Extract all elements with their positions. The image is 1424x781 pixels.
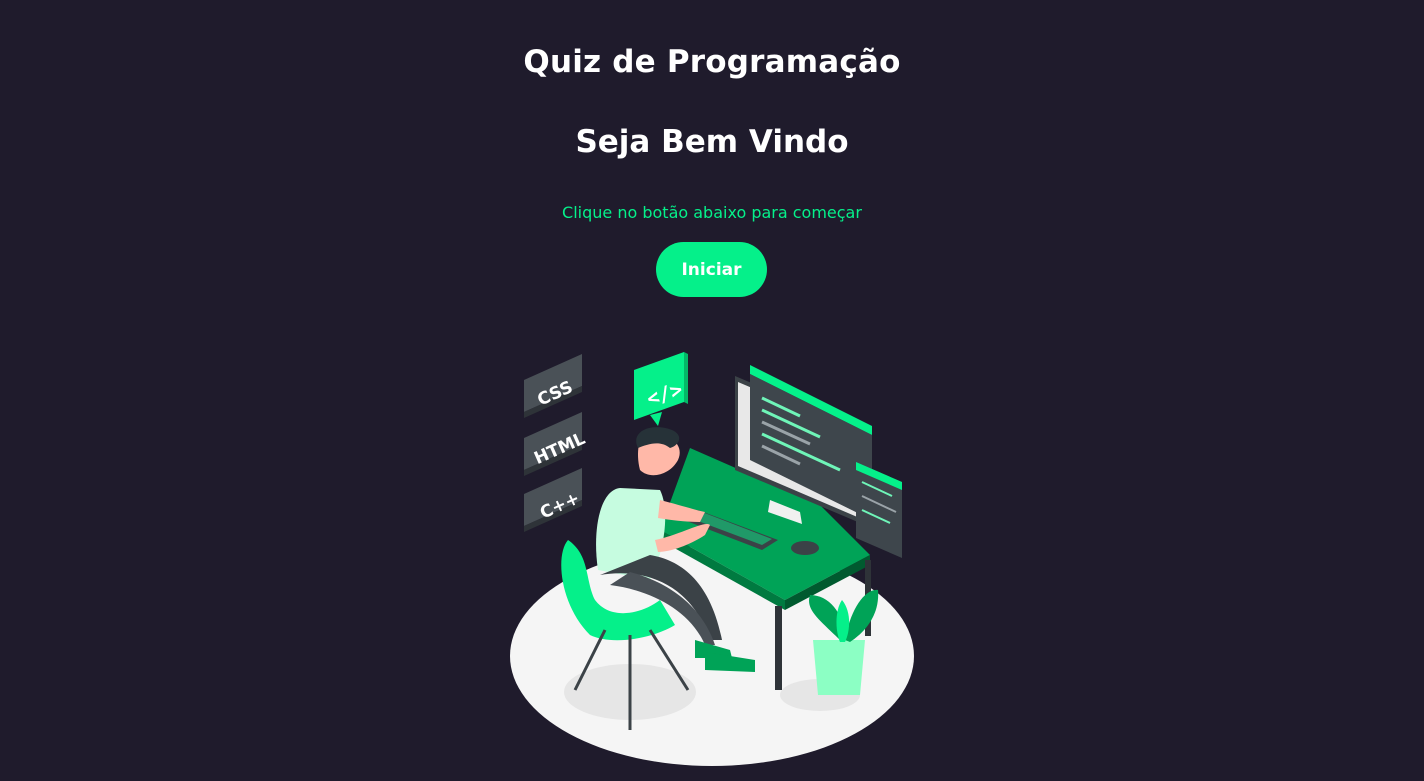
side-monitor: [856, 462, 902, 558]
start-hint: Clique no botão abaixo para começar: [562, 203, 862, 222]
page-title: Quiz de Programação: [523, 44, 901, 80]
developer-illustration: CSS HTML C++ </>: [510, 352, 914, 766]
cpp-tag-icon: C++: [524, 468, 583, 532]
css-tag-icon: CSS: [524, 354, 582, 418]
welcome-heading: Seja Bem Vindo: [575, 124, 849, 160]
html-tag-icon: HTML: [524, 412, 589, 476]
start-button[interactable]: Iniciar: [656, 242, 767, 297]
code-bubble-icon: </>: [634, 352, 688, 426]
quiz-start-page: Quiz de Programação Seja Bem Vindo Cliqu…: [0, 0, 1424, 781]
mouse: [791, 541, 819, 555]
